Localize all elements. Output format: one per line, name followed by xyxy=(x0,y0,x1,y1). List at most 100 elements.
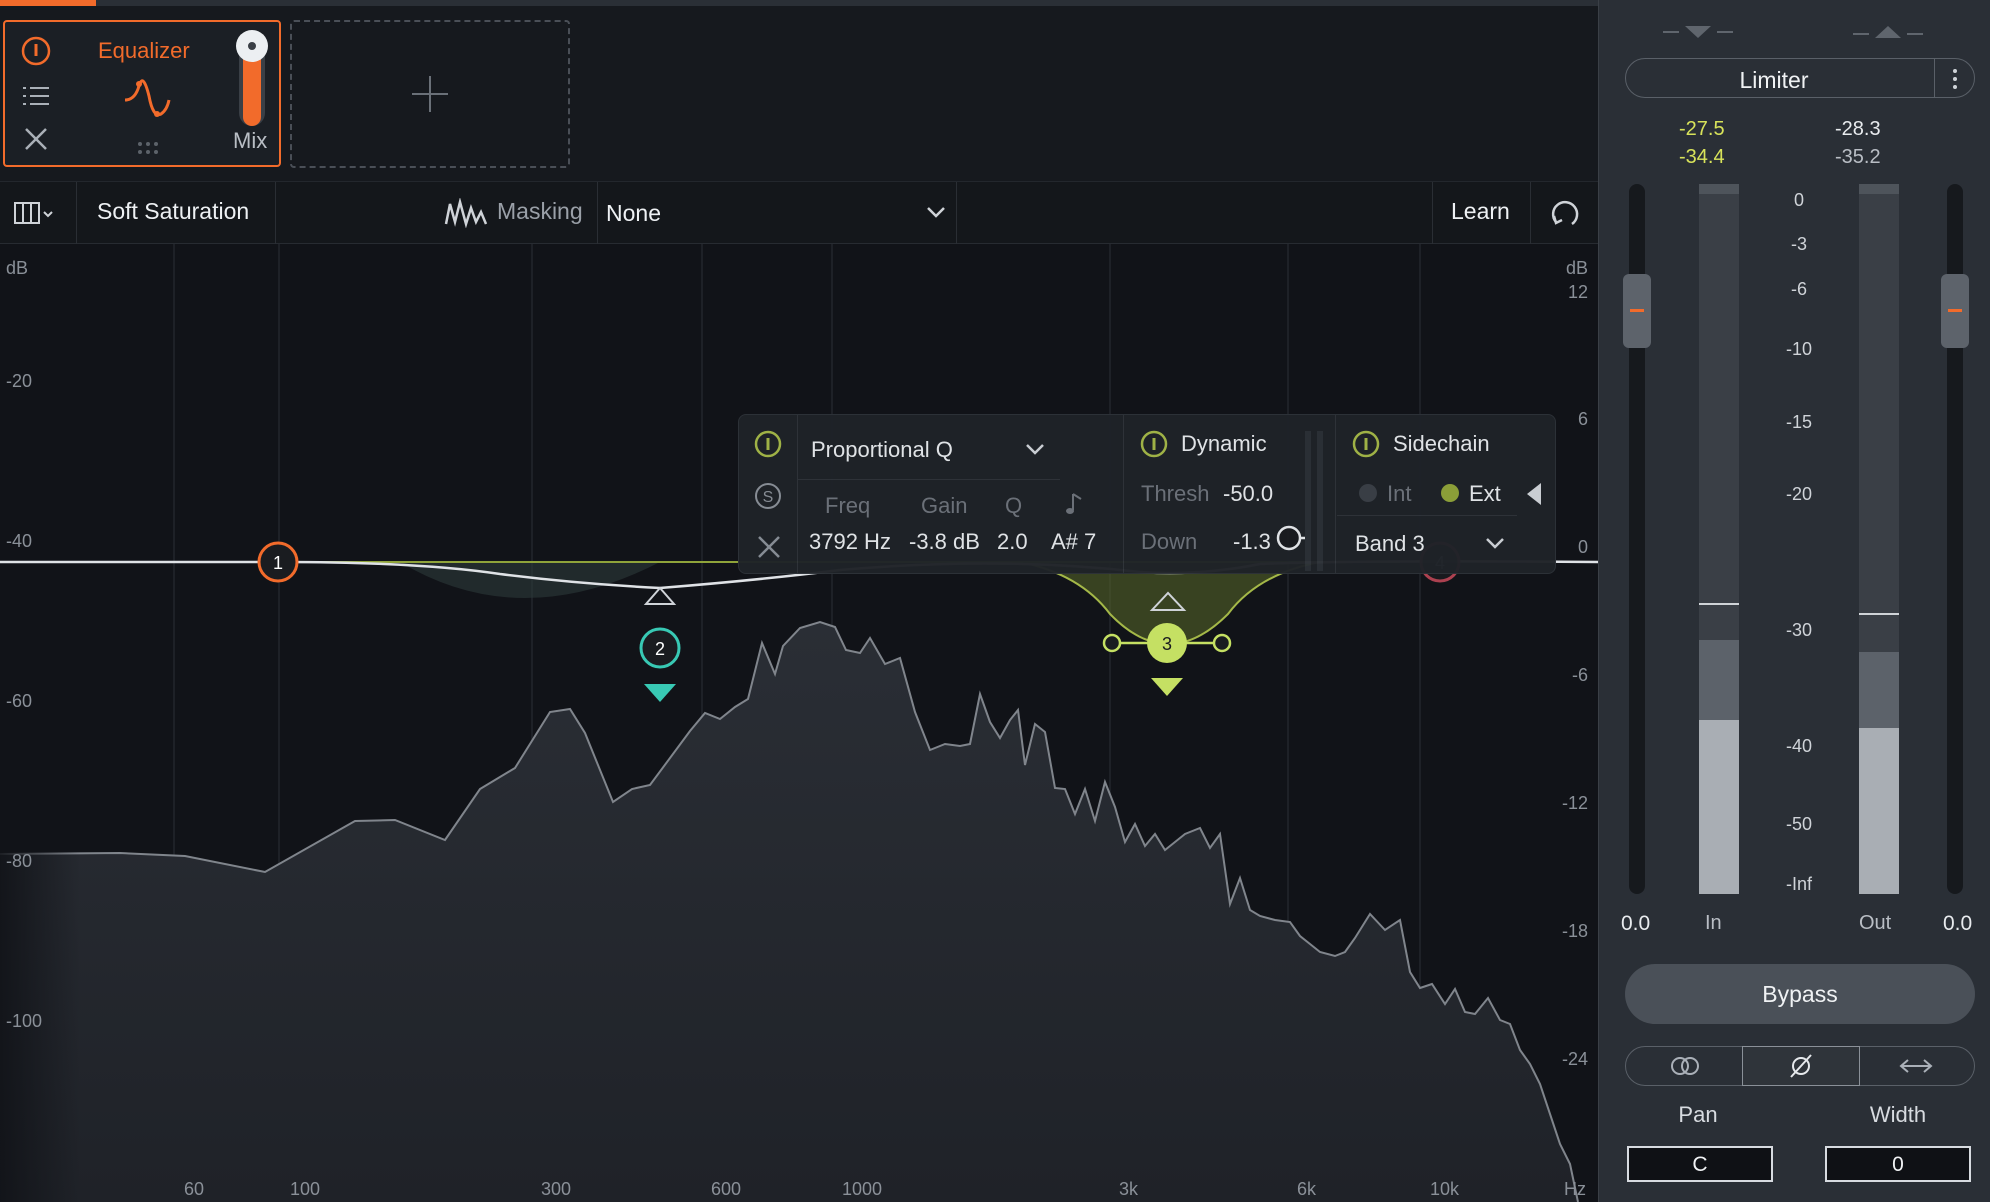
stereo-mode-button[interactable] xyxy=(1626,1047,1742,1085)
band-3-q-handle-left[interactable] xyxy=(1102,633,1122,653)
rotate-icon[interactable] xyxy=(1548,198,1582,230)
close-icon[interactable] xyxy=(757,535,781,559)
down-label: Down xyxy=(1141,529,1198,554)
input-gain-handle[interactable] xyxy=(1623,274,1651,348)
band-select-dropdown[interactable]: Band 3 xyxy=(1343,519,1519,567)
meter-scale-tick: -50 xyxy=(1785,814,1812,834)
right-db-tick: -6 xyxy=(1572,665,1588,685)
limiter-selector[interactable]: Limiter xyxy=(1625,58,1975,98)
swap-channels-button[interactable] xyxy=(1860,1047,1974,1085)
bypass-button[interactable]: Bypass xyxy=(1625,964,1975,1024)
sidechain-power-icon[interactable] xyxy=(1351,429,1381,459)
masking-dropdown[interactable]: None xyxy=(598,182,956,244)
input-gain-slider[interactable] xyxy=(1623,184,1651,894)
dynamic-power-icon[interactable] xyxy=(1139,429,1169,459)
band-node-label: 2 xyxy=(655,639,665,659)
plus-icon[interactable] xyxy=(410,74,450,114)
masking-icon[interactable] xyxy=(444,198,488,228)
solo-icon[interactable]: S xyxy=(753,481,783,511)
freq-tick: 1000 xyxy=(842,1179,882,1199)
filter-type-dropdown[interactable]: Proportional Q xyxy=(801,425,1059,473)
view-menu-icon[interactable] xyxy=(14,200,58,228)
meter-scale-tick: -10 xyxy=(1785,339,1812,359)
mix-slider[interactable] xyxy=(236,30,268,126)
in-peak-readout: -27.5 xyxy=(1679,118,1725,140)
filter-type-value: Proportional Q xyxy=(811,437,953,462)
eq-graph[interactable]: dB -20 -40 -60 -80 -100 dB 12 6 0 -6 -12… xyxy=(0,244,1598,1202)
input-label: In xyxy=(1705,912,1722,934)
freq-tick: 3k xyxy=(1119,1179,1139,1199)
output-gain-handle[interactable] xyxy=(1941,274,1969,348)
output-gain-value[interactable]: 0.0 xyxy=(1943,912,1972,936)
pan-field[interactable]: C xyxy=(1627,1146,1773,1182)
note-value[interactable]: A# 7 xyxy=(1051,529,1096,555)
thresh-value[interactable]: -50.0 xyxy=(1223,481,1273,507)
input-gain-value[interactable]: 0.0 xyxy=(1621,912,1650,936)
chevron-down-icon xyxy=(1486,538,1504,549)
masking-label: Masking xyxy=(497,198,583,224)
collapse-down-icon[interactable] xyxy=(1661,22,1735,42)
right-db-tick: 0 xyxy=(1578,537,1588,557)
q-value[interactable]: 2.0 xyxy=(997,529,1028,555)
left-db-tick: -20 xyxy=(6,371,32,391)
meter-scale-tick: -Inf xyxy=(1785,874,1812,894)
right-db-label: dB xyxy=(1566,258,1588,278)
width-field[interactable]: 0 xyxy=(1825,1146,1971,1182)
output-gain-slider[interactable] xyxy=(1941,184,1969,894)
add-module-slot[interactable] xyxy=(290,20,570,168)
left-db-tick: -40 xyxy=(6,531,32,551)
band-3-down-arrow-icon[interactable] xyxy=(1151,678,1183,696)
pan-label: Pan xyxy=(1678,1102,1718,1127)
meter-scale-tick: -30 xyxy=(1785,620,1812,640)
right-db-scale: 12 6 0 -6 -12 -18 -24 xyxy=(1562,282,1588,1069)
collapse-up-icon[interactable] xyxy=(1851,22,1925,42)
freq-tick: 600 xyxy=(711,1179,741,1199)
power-icon[interactable] xyxy=(19,34,53,68)
dynamic-meter xyxy=(1317,431,1323,571)
limiter-title: Limiter xyxy=(1739,67,1809,93)
eq-display[interactable]: dB -20 -40 -60 -80 -100 dB 12 6 0 -6 -12… xyxy=(0,244,1598,1202)
down-value[interactable]: -1.3 xyxy=(1233,529,1271,555)
in-rms-readout: -34.4 xyxy=(1679,146,1725,168)
band-select-value: Band 3 xyxy=(1355,531,1425,556)
meter-scale-tick: -3 xyxy=(1790,234,1807,254)
band-node-label: 1 xyxy=(273,553,283,573)
right-db-tick: -12 xyxy=(1562,793,1588,813)
freq-tick: 60 xyxy=(184,1179,204,1199)
band-2-up-arrow-icon[interactable] xyxy=(643,586,677,605)
band-3-q-handle-right[interactable] xyxy=(1212,633,1232,653)
stereo-icon xyxy=(1671,1057,1699,1075)
right-db-tick: -24 xyxy=(1562,1049,1588,1069)
band-node-label: 3 xyxy=(1162,634,1172,654)
drag-handle-icon[interactable] xyxy=(135,140,161,156)
sidechain-int-radio[interactable]: Int xyxy=(1359,475,1447,511)
spectrum-fill xyxy=(0,622,1578,1202)
mix-slider-knob[interactable] xyxy=(236,30,268,62)
band-2-down-arrow-icon[interactable] xyxy=(644,684,676,702)
left-db-tick: -60 xyxy=(6,691,32,711)
module-chain: Equalizer Mix xyxy=(0,6,1598,182)
phase-invert-button[interactable] xyxy=(1742,1046,1860,1086)
power-icon[interactable] xyxy=(753,429,783,459)
learn-button[interactable]: Learn xyxy=(1451,198,1510,225)
collapse-left-icon[interactable] xyxy=(1523,481,1545,507)
gain-value[interactable]: -3.8 dB xyxy=(909,529,980,555)
input-meter xyxy=(1699,184,1739,894)
band-node-2[interactable]: 2 xyxy=(639,586,681,702)
stereo-controls xyxy=(1625,1046,1975,1086)
close-icon[interactable] xyxy=(23,126,49,152)
list-icon[interactable] xyxy=(21,84,51,108)
meter-scale-tick: -6 xyxy=(1790,279,1807,299)
dynamic-label: Dynamic xyxy=(1181,431,1267,456)
note-icon xyxy=(1066,493,1082,514)
gain-label: Gain xyxy=(921,493,968,518)
preset-name[interactable]: Soft Saturation xyxy=(97,198,249,225)
band-node-1[interactable]: 1 xyxy=(257,541,299,583)
equalizer-module[interactable]: Equalizer Mix xyxy=(3,20,281,167)
more-options-icon[interactable] xyxy=(1948,67,1962,91)
out-peak-readout: -28.3 xyxy=(1835,118,1881,140)
chevron-down-icon xyxy=(927,207,945,218)
freq-value[interactable]: 3792 Hz xyxy=(809,529,891,555)
meter-scale-tick: -40 xyxy=(1785,736,1812,756)
left-db-tick: -100 xyxy=(6,1011,42,1031)
